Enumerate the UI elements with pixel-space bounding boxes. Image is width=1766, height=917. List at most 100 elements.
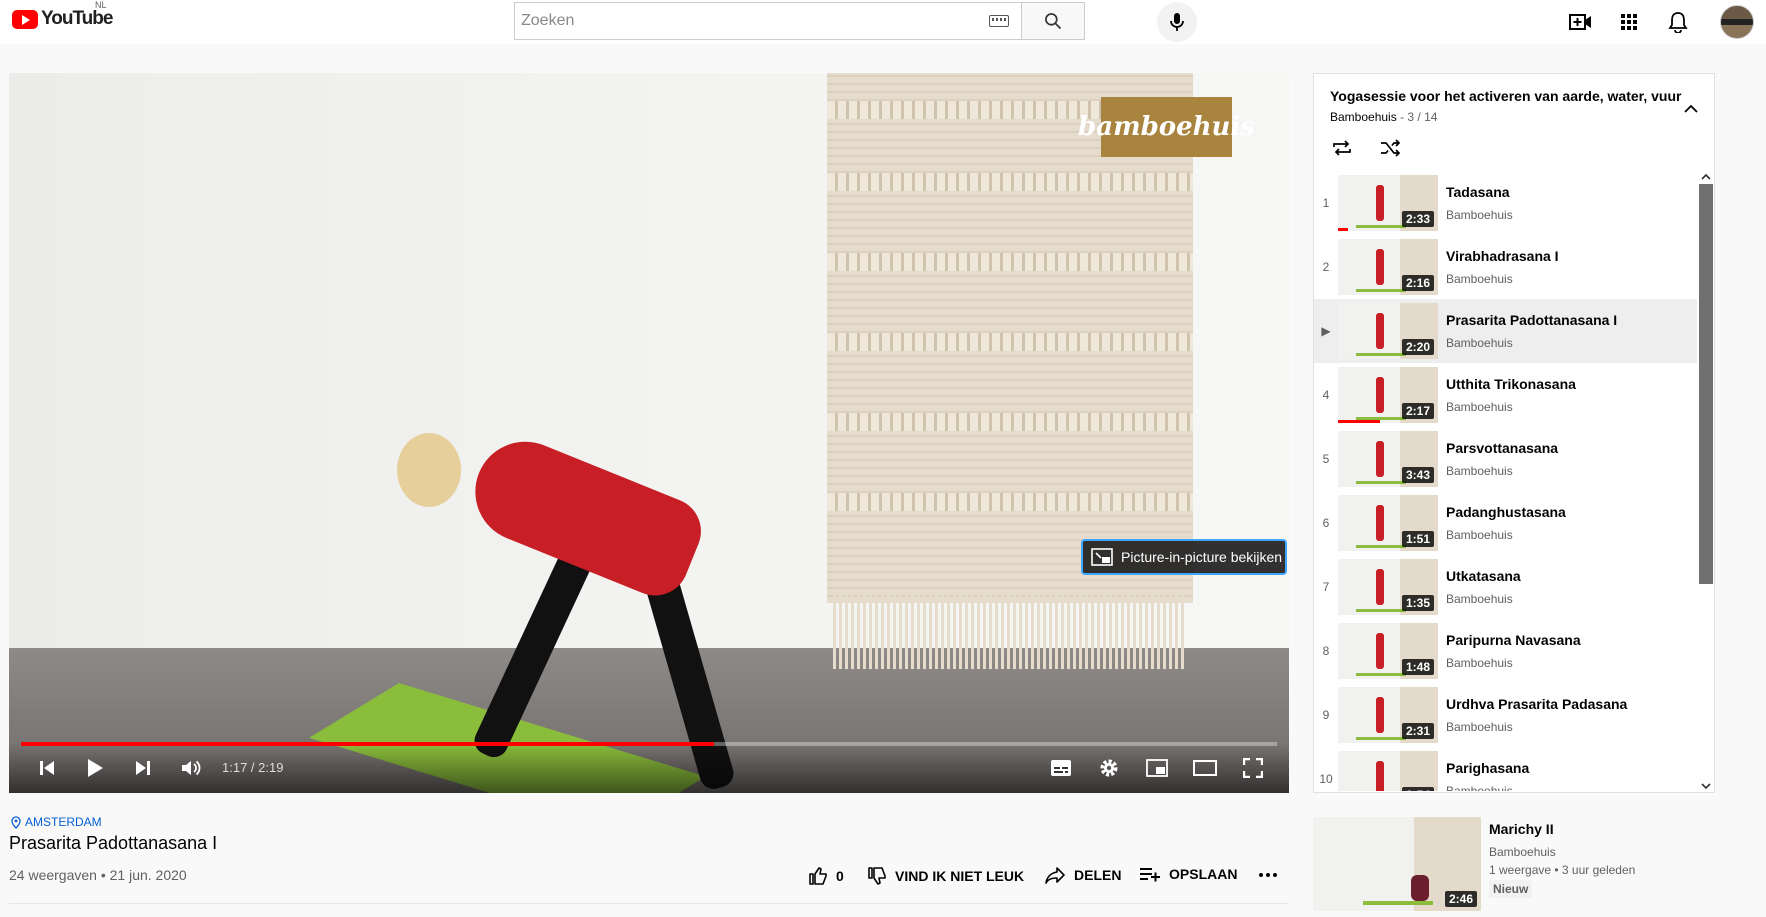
playlist-item-duration: 1:51 bbox=[1401, 531, 1434, 547]
apps-button[interactable] bbox=[1613, 6, 1645, 38]
playlist-item-thumbnail[interactable]: 3:43 bbox=[1338, 431, 1438, 487]
playlist-item-channel: Bamboehuis bbox=[1446, 208, 1513, 222]
play-button[interactable] bbox=[77, 753, 113, 783]
playlist-item-title: Parighasana bbox=[1446, 760, 1530, 776]
recommended-duration: 2:46 bbox=[1444, 891, 1477, 907]
next-icon bbox=[136, 761, 150, 775]
like-button[interactable]: 0 bbox=[808, 866, 844, 886]
playlist-item-thumbnail[interactable]: 1:51 bbox=[1338, 495, 1438, 551]
playlist-item-thumbnail[interactable]: 2:54 bbox=[1338, 751, 1438, 791]
region-label: NL bbox=[95, 0, 107, 10]
microphone-icon bbox=[1170, 13, 1184, 31]
create-button[interactable] bbox=[1565, 6, 1597, 38]
recommended-title[interactable]: Marichy II bbox=[1489, 821, 1635, 837]
dislike-button[interactable]: VIND IK NIET LEUK bbox=[867, 866, 1024, 886]
youtube-logo[interactable]: YouTube bbox=[12, 8, 113, 30]
playlist-position: 3 / 14 bbox=[1407, 110, 1438, 124]
playlist-item[interactable]: 2 2:16 Virabhadrasana I Bamboehuis bbox=[1314, 235, 1697, 299]
settings-button[interactable] bbox=[1091, 753, 1127, 783]
settings-gear-icon bbox=[1100, 759, 1118, 777]
scroll-down-icon[interactable] bbox=[1701, 783, 1711, 790]
location-link[interactable]: AMSTERDAM bbox=[11, 815, 102, 829]
search-input[interactable] bbox=[521, 12, 989, 30]
playlist-channel[interactable]: Bamboehuis bbox=[1330, 110, 1397, 124]
playlist-item-thumbnail[interactable]: 2:31 bbox=[1338, 687, 1438, 743]
playlist-item-duration: 2:33 bbox=[1401, 211, 1434, 227]
save-label: OPSLAAN bbox=[1169, 866, 1238, 882]
playlist-item[interactable]: 9 2:31 Urdhva Prasarita Padasana Bamboehuis bbox=[1314, 683, 1697, 747]
playlist-item-thumbnail[interactable]: 2:17 bbox=[1338, 367, 1438, 423]
playlist-item-duration: 1:35 bbox=[1401, 595, 1434, 611]
playlist-item-channel: Bamboehuis bbox=[1446, 464, 1513, 478]
playlist-item[interactable]: 4 2:17 Utthita Trikonasana Bamboehuis bbox=[1314, 363, 1697, 427]
fullscreen-button[interactable] bbox=[1235, 753, 1271, 783]
notifications-bell-icon bbox=[1668, 12, 1688, 33]
miniplayer-button[interactable] bbox=[1139, 753, 1175, 783]
location-pin-icon bbox=[11, 815, 21, 829]
person-head bbox=[397, 433, 461, 507]
channel-watermark[interactable]: bamboehuis bbox=[1078, 97, 1255, 157]
theater-mode-icon bbox=[1193, 760, 1217, 776]
recommended-video[interactable]: 2:46 Marichy II Bamboehuis 1 weergave • … bbox=[1313, 817, 1715, 911]
share-label: DELEN bbox=[1074, 867, 1122, 883]
search-box bbox=[514, 2, 1021, 40]
playlist-item-title: Urdhva Prasarita Padasana bbox=[1446, 696, 1628, 712]
save-button[interactable]: OPSLAAN bbox=[1139, 866, 1237, 882]
playlist-item-title: Virabhadrasana I bbox=[1446, 248, 1559, 264]
shuffle-playlist-button[interactable] bbox=[1376, 134, 1404, 162]
playlist-item-thumbnail[interactable]: 1:35 bbox=[1338, 559, 1438, 615]
next-button[interactable] bbox=[125, 753, 161, 783]
view-count-date: 24 weergaven • 21 jun. 2020 bbox=[9, 867, 187, 883]
more-actions-button[interactable] bbox=[1258, 872, 1278, 878]
share-button[interactable]: DELEN bbox=[1044, 866, 1121, 884]
dislike-label: VIND IK NIET LEUK bbox=[895, 868, 1025, 884]
search-button[interactable] bbox=[1021, 2, 1085, 40]
thumbs-down-icon bbox=[868, 867, 886, 885]
playlist-item[interactable]: 7 1:35 Utkatasana Bamboehuis bbox=[1314, 555, 1697, 619]
scroll-up-icon[interactable] bbox=[1701, 173, 1711, 180]
playlist-item-thumbnail[interactable]: 1:48 bbox=[1338, 623, 1438, 679]
subtitles-button[interactable] bbox=[1043, 753, 1079, 783]
playlist-item-duration: 2:16 bbox=[1401, 275, 1434, 291]
keyboard-icon[interactable] bbox=[989, 15, 1009, 27]
recommended-thumbnail[interactable]: 2:46 bbox=[1313, 817, 1481, 911]
playlist-item-title: Utthita Trikonasana bbox=[1446, 376, 1576, 392]
playlist-item-thumbnail[interactable]: 2:16 bbox=[1338, 239, 1438, 295]
notifications-button[interactable] bbox=[1662, 6, 1694, 38]
like-count: 0 bbox=[836, 868, 844, 884]
fullscreen-icon bbox=[1243, 758, 1263, 778]
top-bar: YouTube NL bbox=[0, 0, 1766, 44]
playlist-title[interactable]: Yogasessie voor het activeren van aarde,… bbox=[1330, 88, 1681, 104]
video-player[interactable]: bamboehuis Picture-in-picture bekijken 1… bbox=[9, 73, 1289, 793]
playlist-item[interactable]: 8 1:48 Paripurna Navasana Bamboehuis bbox=[1314, 619, 1697, 683]
voice-search-button[interactable] bbox=[1157, 2, 1197, 42]
playlist-item-index: ▶ bbox=[1321, 324, 1331, 338]
playlist-item-thumbnail[interactable]: 2:20 bbox=[1338, 303, 1438, 359]
playlist-item[interactable]: 5 3:43 Parsvottanasana Bamboehuis bbox=[1314, 427, 1697, 491]
previous-button[interactable] bbox=[29, 753, 65, 783]
time-display: 1:17 / 2:19 bbox=[222, 760, 284, 775]
loop-playlist-button[interactable] bbox=[1328, 134, 1356, 162]
playlist-item[interactable]: 10 2:54 Parighasana Bamboehuis bbox=[1314, 747, 1697, 791]
playlist-item-index: 1 bbox=[1322, 196, 1330, 210]
playlist-add-icon bbox=[1140, 868, 1160, 882]
volume-button[interactable] bbox=[173, 753, 209, 783]
playlist-item[interactable]: ▶ 2:20 Prasarita Padottanasana I Bamboehuis bbox=[1314, 299, 1697, 363]
playlist-item-channel: Bamboehuis bbox=[1446, 272, 1513, 286]
recommended-channel[interactable]: Bamboehuis bbox=[1489, 845, 1635, 859]
playlist-item[interactable]: 1 2:33 Tadasana Bamboehuis bbox=[1314, 171, 1697, 235]
theater-mode-button[interactable] bbox=[1187, 753, 1223, 783]
loop-icon bbox=[1333, 140, 1351, 156]
playlist-item-channel: Bamboehuis bbox=[1446, 656, 1513, 670]
playlist-item-duration: 3:43 bbox=[1401, 467, 1434, 483]
playlist-item-channel: Bamboehuis bbox=[1446, 720, 1513, 734]
playlist-item-thumbnail[interactable]: 2:33 bbox=[1338, 175, 1438, 231]
playlist-item[interactable]: 6 1:51 Padanghustasana Bamboehuis bbox=[1314, 491, 1697, 555]
playlist-subtitle: Bamboehuis - 3 / 14 bbox=[1330, 110, 1438, 124]
scrollbar-thumb[interactable] bbox=[1699, 184, 1713, 584]
share-arrow-icon bbox=[1045, 867, 1065, 884]
playlist-collapse-button[interactable] bbox=[1679, 96, 1703, 120]
pip-tooltip: Picture-in-picture bekijken bbox=[1081, 539, 1287, 575]
avatar[interactable] bbox=[1720, 5, 1754, 39]
playlist-item-channel: Bamboehuis bbox=[1446, 592, 1513, 606]
